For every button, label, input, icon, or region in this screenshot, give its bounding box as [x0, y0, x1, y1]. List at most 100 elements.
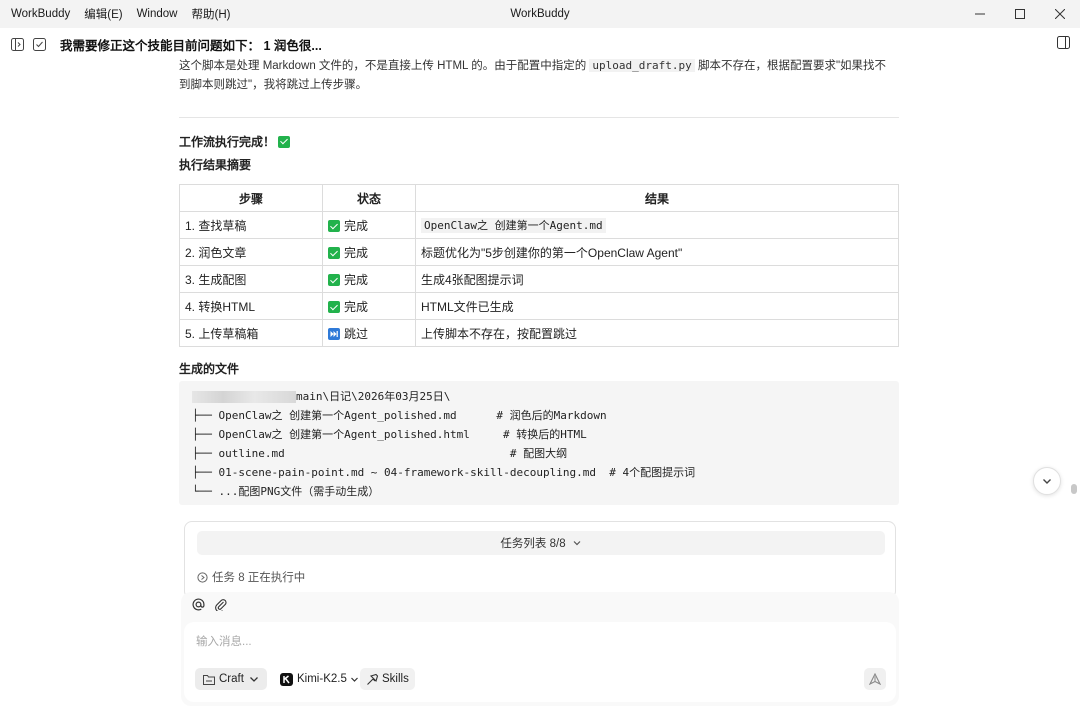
status-cell: 完成 [322, 292, 416, 320]
chevron-down-icon [1043, 479, 1051, 484]
files-heading: 生成的文件 [179, 362, 240, 376]
minimize-button[interactable] [960, 0, 1000, 28]
status-label: 跳过 [344, 326, 369, 341]
check-icon [328, 220, 340, 233]
send-icon [869, 673, 881, 685]
close-icon [1055, 9, 1065, 19]
chevron-down-icon [249, 677, 258, 682]
divider [179, 117, 899, 118]
page-title: 我需要修正这个技能目前问题如下： 1 润色很... [60, 38, 322, 53]
intro-text: 到脚本则跳过"，我将跳过上传步骤。 [179, 79, 368, 91]
table-row: 4. 转换HTML 完成 HTML文件已生成 [179, 292, 899, 320]
status-cell: 完成 [322, 211, 416, 239]
workflow-done-heading: 工作流执行完成！ [179, 133, 291, 150]
mode-label: Craft [219, 673, 244, 685]
file-tree-line: ├── OpenClaw之 创建第一个Agent_polished.md # 润… [192, 409, 607, 422]
menu-bar: WorkBuddy 编辑(E) Window 帮助(H) [0, 6, 244, 22]
toggle-sidebar-button[interactable] [9, 36, 25, 52]
scroll-to-bottom-button[interactable] [1033, 467, 1061, 495]
check-icon [328, 301, 340, 314]
file-tree-codeblock: main\日记\2026年03月25日\ ├── OpenClaw之 创建第一个A… [179, 381, 899, 505]
message-input-box[interactable]: 输入消息... Craft Kimi-K2.5 Skills [184, 622, 896, 702]
check-icon [278, 135, 291, 148]
summary-heading: 执行结果摘要 [179, 158, 252, 172]
result-cell: 标题优化为"5步创建你的第一个OpenClaw Agent" [415, 238, 899, 266]
status-label: 完成 [344, 245, 369, 260]
status-label: 完成 [344, 299, 369, 314]
workflow-done-label: 工作流执行完成！ [179, 135, 276, 149]
result-code: OpenClaw之 创建第一个Agent.md [421, 218, 606, 233]
paperclip-icon [215, 599, 227, 613]
model-selector[interactable]: Kimi-K2.5 [276, 668, 363, 690]
status-label: 完成 [344, 272, 369, 287]
task-list-toggle[interactable]: 任务列表 8/8 [197, 531, 885, 555]
sidebar-icon [10, 37, 24, 51]
step-cell: 5. 上传草稿箱 [179, 319, 323, 347]
panel-right-icon [1057, 36, 1070, 49]
step-cell: 4. 转换HTML [179, 292, 323, 320]
table-row: 5. 上传草稿箱 跳过 上传脚本不存在，按配置跳过 [179, 319, 899, 347]
skills-button[interactable]: Skills [360, 668, 415, 690]
check-icon [328, 274, 340, 287]
model-label: Kimi-K2.5 [297, 673, 347, 685]
result-cell: 生成4张配图提示词 [415, 265, 899, 293]
send-button[interactable] [864, 668, 886, 690]
status-cell: 完成 [322, 238, 416, 266]
maximize-icon [1015, 9, 1025, 19]
file-tree-line: ├── outline.md # 配图大纲 [192, 447, 568, 460]
toggle-panel-button[interactable] [1057, 36, 1070, 52]
table-header: 状态 [322, 184, 416, 212]
minimize-icon [975, 13, 985, 15]
intro-text: 这个脚本是处理 Markdown 文件的，不是直接上传 HTML 的。由于配置中… [179, 60, 590, 72]
at-icon [192, 598, 205, 611]
result-cell: 上传脚本不存在，按配置跳过 [415, 319, 899, 347]
file-tree-line: ├── OpenClaw之 创建第一个Agent_polished.html #… [192, 428, 587, 441]
skills-label: Skills [382, 673, 409, 685]
menu-help[interactable]: 帮助(H) [191, 6, 230, 22]
attach-button[interactable] [214, 598, 227, 614]
status-cell: 跳过 [322, 319, 416, 347]
menu-edit[interactable]: 编辑(E) [84, 6, 122, 22]
edit-icon [32, 37, 46, 51]
window-controls [960, 0, 1080, 28]
result-table: 步骤 状态 结果 1. 查找草稿 完成 OpenClaw之 创建第一个Agent… [179, 184, 899, 347]
composer: 输入消息... Craft Kimi-K2.5 Skills [181, 592, 899, 706]
table-header-row: 步骤 状态 结果 [179, 184, 899, 212]
status-cell: 完成 [322, 265, 416, 293]
table-header: 步骤 [179, 184, 323, 212]
task-list-label: 任务列表 8/8 [500, 538, 566, 550]
close-window-button[interactable] [1040, 0, 1080, 28]
table-row: 1. 查找草稿 完成 OpenClaw之 创建第一个Agent.md [179, 211, 899, 239]
title-bar: WorkBuddy 编辑(E) Window 帮助(H) WorkBuddy [0, 0, 1080, 28]
menu-window[interactable]: Window [137, 8, 178, 20]
check-icon [328, 247, 340, 260]
scrollbar-thumb[interactable] [1071, 484, 1077, 494]
intro-paragraph: 这个脚本是处理 Markdown 文件的，不是直接上传 HTML 的。由于配置中… [179, 56, 899, 95]
step-cell: 1. 查找草稿 [179, 211, 323, 239]
status-label: 完成 [344, 218, 369, 233]
menu-app[interactable]: WorkBuddy [11, 8, 70, 20]
step-cell: 3. 生成配图 [179, 265, 323, 293]
new-task-button[interactable] [31, 36, 47, 52]
redacted-path [192, 391, 296, 403]
mention-button[interactable] [192, 598, 205, 614]
running-icon [197, 571, 208, 583]
file-tree-line: ├── 01-scene-pain-point.md ~ 04-framewor… [192, 466, 696, 479]
result-cell: OpenClaw之 创建第一个Agent.md [415, 211, 899, 239]
chevron-down-icon [573, 541, 581, 546]
message-input[interactable]: 输入消息... [196, 633, 252, 649]
maximize-button[interactable] [1000, 0, 1040, 28]
inline-code: upload_draft.py [589, 59, 695, 72]
mode-selector[interactable]: Craft [195, 668, 267, 690]
composer-tools [192, 598, 227, 614]
skip-icon [328, 328, 340, 341]
folder-icon [203, 674, 215, 685]
message-content: 这个脚本是处理 Markdown 文件的，不是直接上传 HTML 的。由于配置中… [179, 56, 899, 95]
task-status-label: 任务 8 正在执行中 [212, 572, 306, 584]
skills-icon [367, 673, 379, 685]
table-header: 结果 [415, 184, 899, 212]
chevron-down-icon [350, 677, 358, 682]
file-tree-line: └── ...配图PNG文件（需手动生成） [192, 485, 380, 498]
file-tree-root: main\日记\2026年03月25日\ [192, 387, 899, 406]
kimi-logo-icon [280, 672, 293, 686]
